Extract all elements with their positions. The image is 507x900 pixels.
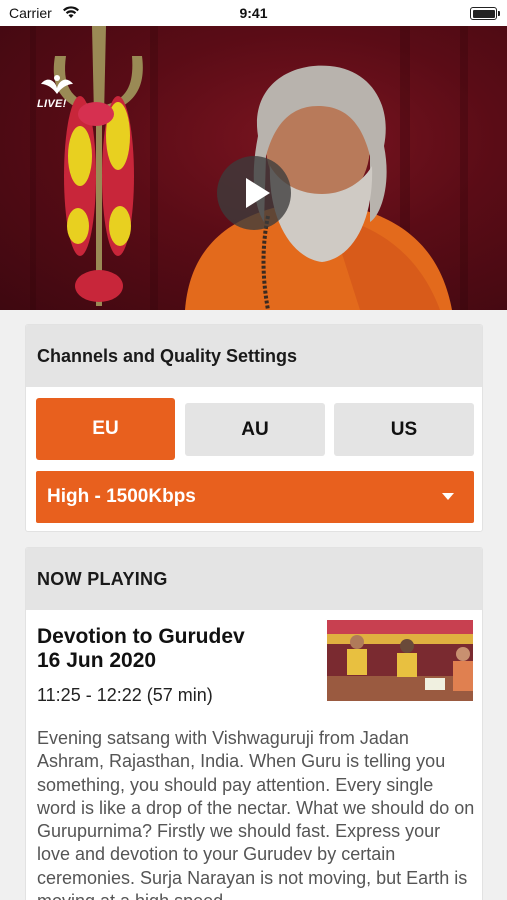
now-playing-title: NOW PLAYING — [37, 569, 168, 589]
program-title: Devotion to Gurudev — [37, 625, 245, 648]
channel-au-button[interactable]: AU — [185, 403, 325, 456]
settings-title: Channels and Quality Settings — [37, 346, 298, 366]
video-player[interactable]: LIVE! — [0, 26, 507, 310]
channel-eu-button[interactable]: EU — [36, 398, 175, 460]
status-bar: Carrier 9:41 — [0, 0, 507, 26]
play-icon — [246, 178, 270, 208]
live-logo-text: LIVE! — [37, 98, 67, 110]
clock: 9:41 — [239, 5, 268, 21]
settings-card: Channels and Quality Settings EU AU US H… — [25, 324, 483, 532]
battery-icon — [470, 7, 500, 20]
program-time-range: 11:25 - 12:22 (57 min) — [37, 685, 213, 705]
quality-value: High - 1500Kbps — [47, 486, 196, 507]
settings-header: Channels and Quality Settings — [26, 325, 482, 387]
now-playing-card: NOW PLAYING Devotion to Gurudev 16 Jun 2… — [25, 547, 483, 900]
program-description: Evening satsang with Vishwaguruji from J… — [37, 728, 475, 900]
caret-down-icon — [442, 493, 454, 500]
quality-dropdown[interactable]: High - 1500Kbps — [36, 471, 474, 523]
program-thumbnail[interactable] — [327, 620, 473, 701]
now-playing-header: NOW PLAYING — [26, 548, 482, 610]
play-button[interactable] — [217, 156, 291, 230]
program-date: 16 Jun 2020 — [37, 649, 157, 672]
channel-us-button[interactable]: US — [334, 403, 474, 456]
program-thumbnail-image — [327, 620, 473, 701]
